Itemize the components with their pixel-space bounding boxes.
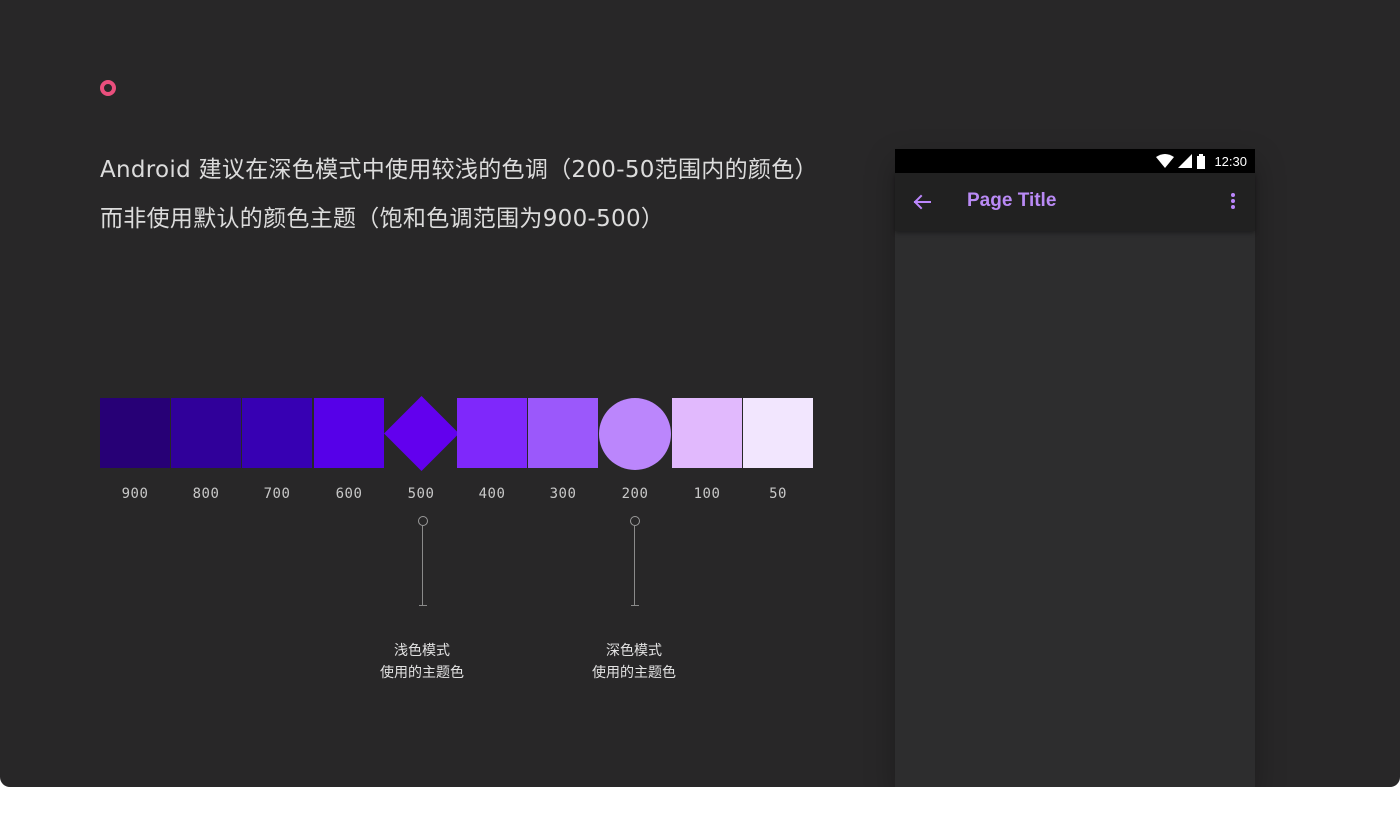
cell-signal-icon <box>1178 154 1193 168</box>
swatch-400 <box>457 398 527 468</box>
dark-mode-caption-line-1: 深色模式 <box>606 643 662 659</box>
light-mode-pointer <box>417 516 429 616</box>
headline-line-1: Android 建议在深色模式中使用较浅的色调（200-50范围内的颜色） <box>100 157 818 183</box>
status-bar: 12:30 <box>895 149 1255 173</box>
tone-label-50: 50 <box>769 486 787 502</box>
tone-label-700: 700 <box>263 486 291 502</box>
light-mode-caption-line-1: 浅色模式 <box>394 643 450 659</box>
app-bar: Page Title <box>895 173 1255 231</box>
swatch-700 <box>242 398 312 468</box>
tone-label-500: 500 <box>407 486 435 502</box>
light-mode-caption: 浅色模式 使用的主题色 <box>352 640 492 684</box>
tone-label-900: 900 <box>121 486 149 502</box>
tone-label-200: 200 <box>621 486 649 502</box>
tone-label-100: 100 <box>693 486 721 502</box>
headline: Android 建议在深色模式中使用较浅的色调（200-50范围内的颜色） 而非… <box>100 146 860 244</box>
swatch-800 <box>171 398 241 468</box>
page-title: Page Title <box>967 190 1057 211</box>
dark-mode-pointer <box>629 516 641 616</box>
arrow-back-icon <box>913 194 931 210</box>
tone-label-600: 600 <box>335 486 363 502</box>
swatch-900 <box>100 398 170 468</box>
swatch-50 <box>743 398 813 468</box>
dark-mode-slide: Android 建议在深色模式中使用较浅的色调（200-50范围内的颜色） 而非… <box>0 0 1400 787</box>
wifi-icon <box>1156 154 1175 168</box>
back-button[interactable] <box>909 189 935 215</box>
tone-label-300: 300 <box>549 486 577 502</box>
battery-icon <box>1197 153 1206 169</box>
swatch-300 <box>528 398 598 468</box>
slide-marker-dot <box>100 80 116 96</box>
status-time: 12:30 <box>1214 153 1247 169</box>
headline-line-2: 而非使用默认的颜色主题（饱和色调范围为900-500） <box>100 206 665 232</box>
swatch-100 <box>672 398 742 468</box>
tone-label-400: 400 <box>478 486 506 502</box>
light-mode-caption-line-2: 使用的主题色 <box>380 665 464 681</box>
overflow-menu-button[interactable] <box>1223 189 1243 215</box>
more-vert-icon <box>1231 193 1235 209</box>
dark-mode-caption-line-2: 使用的主题色 <box>592 665 676 681</box>
dark-mode-caption: 深色模式 使用的主题色 <box>564 640 704 684</box>
swatch-600 <box>314 398 384 468</box>
swatch-500-diamond <box>384 396 459 471</box>
swatch-200-circle <box>599 398 671 470</box>
phone-mockup: 12:30 Page Title <box>895 149 1255 787</box>
tone-label-800: 800 <box>192 486 220 502</box>
